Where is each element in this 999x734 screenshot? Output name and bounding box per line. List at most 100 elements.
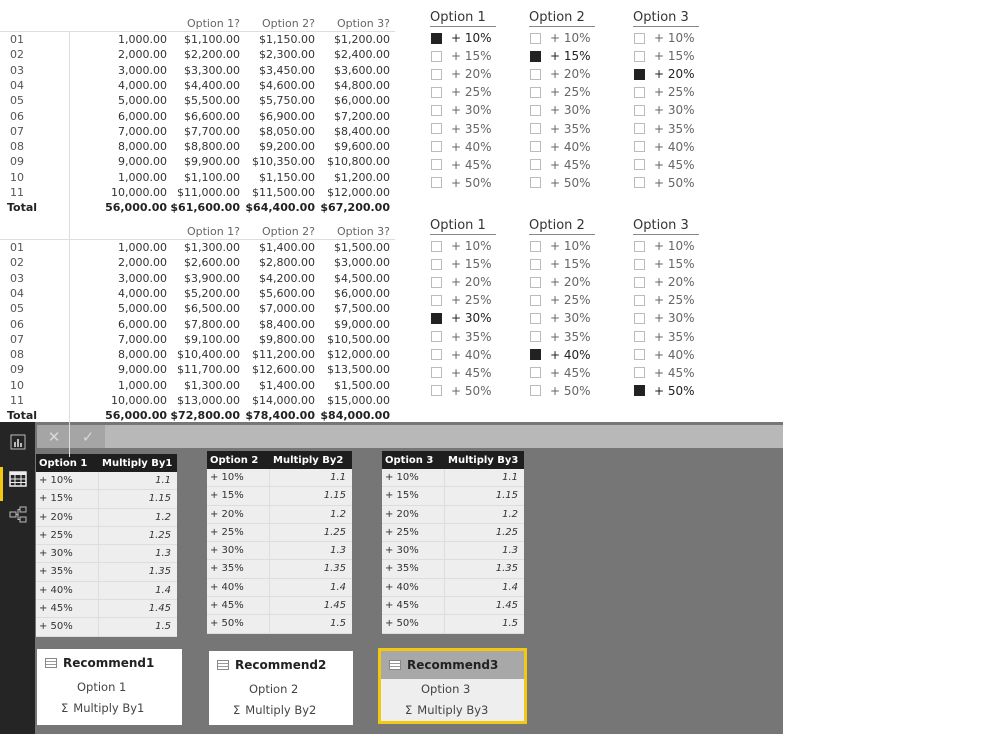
cell-multiplier[interactable]: 1.1 [445, 469, 524, 486]
cell-option[interactable]: + 35% [36, 563, 99, 581]
cell-option[interactable]: + 40% [36, 581, 99, 600]
checkbox[interactable] [530, 385, 541, 397]
checkbox[interactable] [530, 294, 541, 306]
cell-multiplier[interactable]: 1.2 [270, 506, 352, 523]
slicer-item[interactable]: + 25% [634, 83, 695, 101]
checkbox[interactable] [634, 276, 645, 288]
checkbox[interactable] [530, 177, 541, 189]
slicer-item[interactable]: + 45% [634, 364, 695, 382]
slicer-item[interactable]: + 20% [634, 273, 695, 291]
checkbox-checked[interactable] [530, 50, 541, 62]
measure-item[interactable]: Σ Multiply By1 [37, 698, 182, 719]
slicer-item[interactable]: + 25% [634, 291, 695, 309]
cell-option[interactable]: + 15% [207, 487, 270, 505]
checkbox[interactable] [431, 50, 442, 62]
slicer-item[interactable]: + 45% [530, 156, 591, 174]
slicer-item[interactable]: + 10% [431, 29, 492, 47]
checkbox[interactable] [634, 177, 645, 189]
cell-multiplier[interactable]: 1.4 [270, 579, 352, 596]
slicer-item[interactable]: + 10% [634, 237, 695, 255]
slicer-item[interactable]: + 30% [634, 309, 695, 327]
checkbox[interactable] [634, 86, 645, 98]
checkbox[interactable] [634, 50, 645, 62]
cell-multiplier[interactable]: 1.35 [99, 563, 177, 580]
cell-option[interactable]: + 10% [36, 472, 99, 490]
checkbox-checked[interactable] [431, 32, 442, 44]
checkbox[interactable] [431, 385, 442, 397]
slicer-item[interactable]: + 45% [530, 364, 591, 382]
slicer-item[interactable]: + 15% [431, 47, 492, 65]
slicer-item[interactable]: + 40% [431, 346, 492, 364]
column-header[interactable]: Option 2? [262, 225, 315, 238]
slicer-item[interactable]: + 30% [530, 101, 591, 119]
slicer-item[interactable]: + 35% [431, 120, 492, 138]
cell-option[interactable]: + 40% [207, 578, 270, 597]
slicer-item[interactable]: + 30% [431, 101, 492, 119]
checkbox[interactable] [634, 294, 645, 306]
slicer-item[interactable]: + 30% [634, 101, 695, 119]
table-card-3[interactable]: Recommend3 Option 3 Σ Multiply By3 [378, 648, 527, 724]
checkbox[interactable] [431, 240, 442, 252]
column-header[interactable]: Option 3? [337, 17, 390, 30]
slicer-item[interactable]: + 20% [431, 65, 492, 83]
slicer-item[interactable]: + 35% [634, 120, 695, 138]
slicer-item[interactable]: + 50% [634, 174, 695, 192]
slicer-item[interactable]: + 20% [530, 273, 591, 291]
cell-option[interactable]: + 45% [382, 597, 445, 615]
cell-multiplier[interactable]: 1.2 [99, 509, 177, 526]
checkbox[interactable] [530, 86, 541, 98]
cell-multiplier[interactable]: 1.15 [270, 487, 352, 504]
checkbox[interactable] [431, 68, 442, 80]
slicer-item[interactable]: + 25% [431, 291, 492, 309]
column-header[interactable]: Multiply By2 [273, 455, 343, 466]
checkbox[interactable] [431, 367, 442, 379]
field-item[interactable]: Option 1 [37, 677, 182, 698]
column-header[interactable]: Multiply By1 [102, 458, 172, 469]
cell-option[interactable]: + 10% [382, 469, 445, 487]
cell-multiplier[interactable]: 1.3 [445, 542, 524, 559]
cell-multiplier[interactable]: 1.5 [270, 615, 352, 632]
slicer-item[interactable]: + 50% [634, 382, 695, 400]
checkbox[interactable] [431, 276, 442, 288]
slicer-item[interactable]: + 40% [634, 346, 695, 364]
checkbox[interactable] [431, 349, 442, 361]
cell-option[interactable]: + 50% [382, 615, 445, 633]
slicer-item[interactable]: + 15% [634, 47, 695, 65]
cell-option[interactable]: + 30% [382, 542, 445, 560]
slicer-item[interactable]: + 40% [530, 138, 591, 156]
cell-option[interactable]: + 20% [382, 505, 445, 523]
slicer-item[interactable]: + 20% [530, 65, 591, 83]
slicer-item[interactable]: + 50% [530, 174, 591, 192]
cell-option[interactable]: + 20% [207, 505, 270, 523]
slicer-item[interactable]: + 10% [530, 29, 591, 47]
cell-option[interactable]: + 45% [207, 597, 270, 615]
table-card-1[interactable]: Recommend1 Option 1 Σ Multiply By1 [37, 649, 182, 725]
slicer-item[interactable]: + 30% [530, 309, 591, 327]
cell-option[interactable]: + 15% [36, 490, 99, 508]
cell-multiplier[interactable]: 1.1 [99, 472, 177, 489]
checkbox-checked[interactable] [634, 385, 645, 397]
cell-multiplier[interactable]: 1.25 [99, 527, 177, 544]
cell-option[interactable]: + 45% [36, 600, 99, 618]
slicer-item[interactable]: + 35% [431, 328, 492, 346]
checkbox[interactable] [634, 349, 645, 361]
measure-item[interactable]: Σ Multiply By3 [381, 700, 524, 721]
cell-multiplier[interactable]: 1.3 [270, 542, 352, 559]
column-header[interactable]: Multiply By3 [448, 455, 518, 466]
formula-bar[interactable] [37, 425, 783, 448]
checkbox[interactable] [530, 104, 541, 116]
slicer-item[interactable]: + 45% [431, 364, 492, 382]
checkbox[interactable] [431, 104, 442, 116]
cell-multiplier[interactable]: 1.45 [270, 597, 352, 614]
cell-multiplier[interactable]: 1.5 [445, 615, 524, 632]
cell-option[interactable]: + 15% [382, 487, 445, 505]
checkbox[interactable] [634, 159, 645, 171]
checkbox[interactable] [431, 123, 442, 134]
slicer-item[interactable]: + 40% [634, 138, 695, 156]
table-card-2[interactable]: Recommend2 Option 2 Σ Multiply By2 [209, 651, 353, 725]
data-view-icon[interactable] [9, 470, 27, 488]
commit-icon[interactable]: ✓ [82, 428, 95, 446]
field-item[interactable]: Option 3 [381, 679, 524, 700]
cell-multiplier[interactable]: 1.1 [270, 469, 352, 486]
cell-option[interactable]: + 25% [382, 523, 445, 542]
